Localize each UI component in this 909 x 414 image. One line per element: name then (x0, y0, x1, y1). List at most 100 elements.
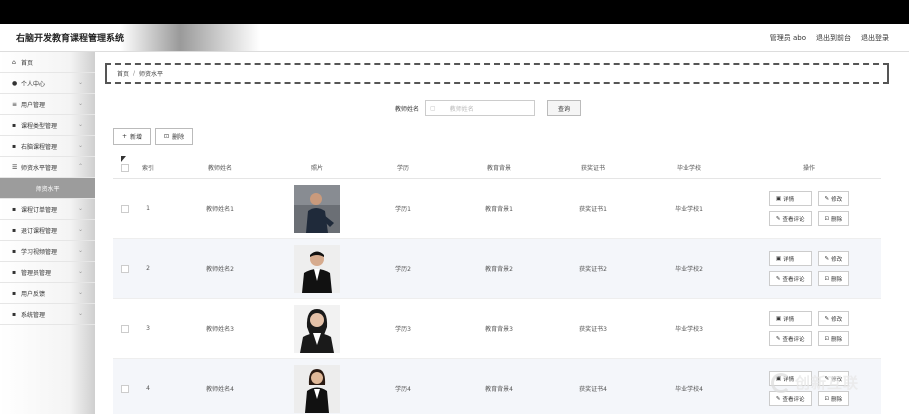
detail-label: 详情 (783, 316, 795, 323)
edit-label: 修改 (831, 316, 843, 323)
row-cert: 获奖证书2 (579, 266, 607, 273)
view-comments-button[interactable]: ✎ 查看评论 (768, 271, 812, 286)
detail-label: 详情 (783, 196, 795, 203)
sidebar-item-label: 课程类型管理 (21, 122, 58, 130)
sidebar-item-label: 用户管理 (21, 101, 46, 109)
sidebar-item-study-videos[interactable]: ▪ 学习视频管理 ⌄ (0, 241, 95, 262)
breadcrumb-home[interactable]: 首页 (117, 69, 129, 78)
chevron-down-icon: ⌄ (77, 79, 83, 86)
sidebar-subitem-teacher-level[interactable]: 师资水平 (0, 178, 95, 199)
sidebar-item-course-type[interactable]: ▪ 课程类型管理 ⌄ (0, 115, 95, 136)
sidebar-item-home[interactable]: ⌂ 首页 (0, 52, 95, 73)
grid-icon: ▪ (12, 289, 17, 297)
chevron-up-icon: ⌃ (77, 163, 83, 170)
plus-icon: + (122, 133, 128, 140)
view-comments-button[interactable]: ✎ 查看评论 (768, 211, 812, 226)
grid-icon: ▪ (12, 205, 17, 213)
delete-label: 删除 (831, 396, 843, 403)
row-name: 教师姓名2 (206, 266, 234, 273)
table-row: 4 教师姓名4 学历4 教育背景4 获奖证书4 毕业学校4 ▣详情 ✎修改 (113, 359, 881, 414)
logout-link[interactable]: 退出登录 (861, 33, 889, 43)
row-edu: 学历3 (395, 326, 411, 333)
grid-icon: ▪ (12, 121, 17, 129)
row-checkbox[interactable] (121, 324, 129, 333)
comment-icon: ✎ (775, 335, 781, 342)
breadcrumb-current: 师资水平 (139, 71, 164, 78)
row-background: 教育背景2 (485, 266, 513, 273)
detail-button[interactable]: ▣ 详情 (768, 311, 812, 326)
sidebar-item-teacher-level-management[interactable]: ☰ 师资水平管理 ⌃ (0, 157, 95, 178)
admin-icon: ▪ (12, 268, 17, 276)
app-header: 右脑开发教育课程管理系统 管理员 abo 退出到前台 退出登录 (0, 24, 909, 52)
home-icon: ⌂ (12, 58, 16, 66)
batch-delete-button[interactable]: ⊡ 删除 (155, 128, 194, 145)
edit-button[interactable]: ✎ 修改 (817, 251, 850, 266)
row-ops: ▣ 详情 ✎ 修改 ✎ 查看评论 ⊡ 删除 (737, 311, 881, 346)
row-checkbox-cell (113, 204, 137, 213)
add-button[interactable]: + 新增 (113, 128, 152, 145)
chevron-down-icon: ⌄ (77, 247, 83, 254)
edit-icon: ✎ (824, 195, 830, 202)
sliders-icon: ☰ (12, 163, 18, 171)
row-checkbox[interactable] (121, 204, 129, 213)
row-index: 2 (146, 265, 150, 272)
sidebar-item-system-management[interactable]: ▪ 系统管理 ⌄ (0, 304, 95, 325)
row-checkbox[interactable] (121, 264, 129, 273)
comments-label: 查看评论 (782, 336, 805, 343)
trash-icon: ⊡ (824, 215, 830, 222)
sidebar-item-right-brain-course[interactable]: ▪ 右脑课程管理 ⌄ (0, 136, 95, 157)
delete-button[interactable]: ⊡ 删除 (817, 211, 850, 226)
row-checkbox[interactable] (121, 384, 129, 393)
sidebar-item-personal-center[interactable]: ● 个人中心 ⌄ (0, 73, 95, 94)
sidebar-item-user-management[interactable]: ≡ 用户管理 ⌄ (0, 94, 95, 115)
edit-button[interactable]: ✎ 修改 (817, 311, 850, 326)
view-comments-button[interactable]: ✎ 查看评论 (768, 391, 812, 406)
edit-icon: ✎ (824, 255, 830, 262)
sidebar-item-label: 师资水平管理 (21, 164, 58, 172)
chevron-down-icon: ⌄ (77, 289, 83, 296)
top-black-bar (0, 0, 909, 24)
chevron-down-icon: ⌄ (77, 268, 83, 275)
row-school: 毕业学校1 (675, 206, 703, 213)
header-name: 教师姓名 (207, 165, 232, 172)
header-ops: 操作 (802, 165, 815, 172)
detail-button[interactable]: ▣ 详情 (768, 251, 812, 266)
sidebar-item-admin-management[interactable]: ▪ 管理员管理 ⌄ (0, 262, 95, 283)
delete-button[interactable]: ⊡ 删除 (817, 331, 850, 346)
detail-icon: ▣ (775, 315, 782, 322)
back-to-front-link[interactable]: 退出到前台 (816, 33, 851, 43)
header-background: 教育背景 (486, 165, 511, 172)
delete-button[interactable]: ⊡ 删除 (817, 391, 850, 406)
toolbar: + 新增 ⊡ 删除 (113, 128, 194, 145)
header-school: 毕业学校 (676, 165, 701, 172)
detail-icon: ▣ (775, 195, 782, 202)
detail-button[interactable]: ▣ 详情 (768, 191, 812, 206)
header-links: 管理员 abo 退出到前台 退出登录 (770, 33, 889, 43)
edit-button[interactable]: ✎ 修改 (817, 191, 850, 206)
sidebar-item-course-orders[interactable]: ▪ 课程订单管理 ⌄ (0, 199, 95, 220)
delete-button[interactable]: ⊡ 删除 (817, 271, 850, 286)
grid-icon: ▪ (12, 142, 17, 150)
row-name: 教师姓名3 (206, 326, 234, 333)
view-comments-button[interactable]: ✎ 查看评论 (768, 331, 812, 346)
detail-label: 详情 (783, 256, 795, 263)
select-all-checkbox[interactable] (121, 163, 129, 172)
sidebar-item-unsubscribe-courses[interactable]: ▪ 退订课程管理 ⌄ (0, 220, 95, 241)
sidebar-item-user-feedback[interactable]: ▪ 用户反馈 ⌄ (0, 283, 95, 304)
trash-icon: ⊡ (824, 335, 830, 342)
row-cert: 获奖证书1 (579, 206, 607, 213)
row-background: 教育背景3 (485, 326, 513, 333)
breadcrumb: 首页 / 师资水平 (105, 63, 889, 84)
row-cert: 获奖证书3 (579, 326, 607, 333)
sidebar-item-label: 个人中心 (21, 80, 46, 88)
row-photo-cell (281, 244, 353, 293)
chevron-down-icon: ⌄ (77, 205, 83, 212)
trash-icon: ⊡ (824, 395, 830, 402)
search-input[interactable]: ▢ 教师姓名 (425, 100, 536, 116)
delete-label: 删除 (831, 336, 843, 343)
header-index: 索引 (141, 165, 154, 172)
row-ops: ▣ 详情 ✎ 修改 ✎ 查看评论 ⊡ 删除 (737, 251, 881, 286)
search-button[interactable]: 查询 (547, 100, 582, 116)
current-user-label: 管理员 abo (769, 33, 806, 42)
row-edu: 学历2 (395, 266, 411, 273)
